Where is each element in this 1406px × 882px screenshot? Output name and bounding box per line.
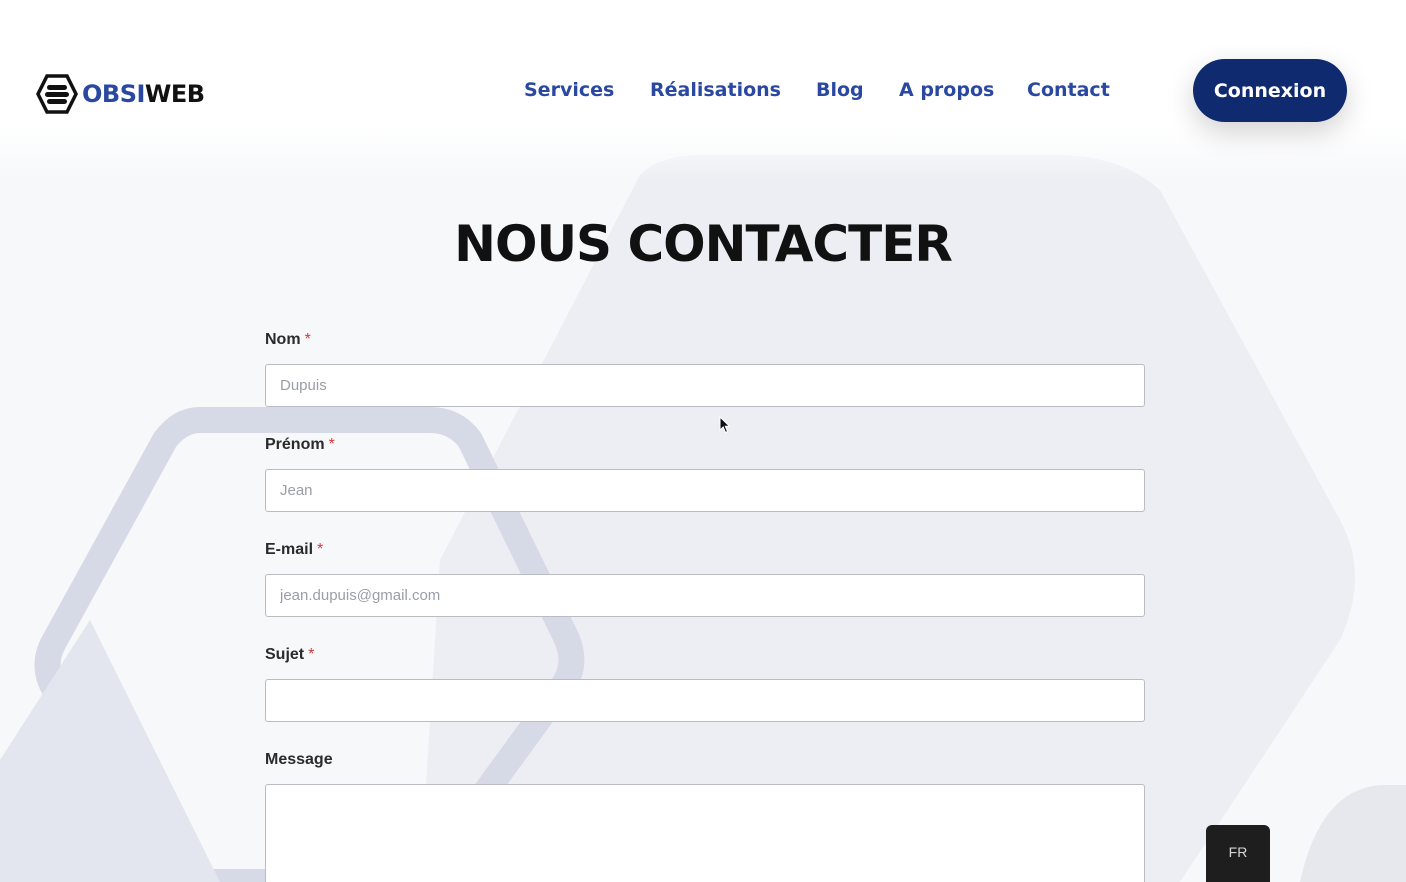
- logo-text-web: WEB: [144, 80, 205, 108]
- email-label: E-mail *: [265, 540, 1145, 560]
- message-label: Message: [265, 750, 1145, 770]
- prenom-input[interactable]: [265, 469, 1145, 512]
- nav-services[interactable]: Services: [524, 76, 614, 104]
- nom-label-text: Nom: [265, 331, 301, 348]
- field-prenom: Prénom *: [265, 435, 1145, 512]
- field-email: E-mail *: [265, 540, 1145, 617]
- sujet-input[interactable]: [265, 679, 1145, 722]
- email-label-text: E-mail: [265, 541, 314, 558]
- email-input[interactable]: [265, 574, 1145, 617]
- nav-blog[interactable]: Blog: [816, 76, 864, 104]
- sujet-label: Sujet *: [265, 645, 1145, 665]
- nom-input[interactable]: [265, 364, 1145, 407]
- mouse-cursor-icon: [719, 416, 731, 434]
- nav-realisations[interactable]: Réalisations: [650, 76, 781, 104]
- prenom-label-text: Prénom: [265, 436, 325, 453]
- prenom-label: Prénom *: [265, 435, 1145, 455]
- site-logo[interactable]: OBSIWEB: [36, 74, 205, 114]
- required-marker: *: [308, 646, 315, 663]
- login-button[interactable]: Connexion: [1193, 59, 1347, 122]
- nav-contact[interactable]: Contact: [1027, 76, 1110, 104]
- field-message: Message: [265, 750, 1145, 882]
- sujet-label-text: Sujet: [265, 646, 305, 663]
- required-marker: *: [317, 541, 324, 558]
- message-label-text: Message: [265, 751, 333, 768]
- contact-page: OBSIWEB Services Réalisations Blog A pro…: [0, 0, 1406, 882]
- hexagon-logo-icon: [36, 74, 78, 114]
- site-header: OBSIWEB Services Réalisations Blog A pro…: [0, 0, 1406, 180]
- field-sujet: Sujet *: [265, 645, 1145, 722]
- logo-text-obsi: OBSI: [82, 80, 145, 108]
- page-title: NOUS CONTACTER: [454, 215, 953, 273]
- nav-a-propos[interactable]: A propos: [899, 76, 994, 104]
- logo-wordmark: OBSIWEB: [82, 74, 205, 114]
- message-textarea[interactable]: [265, 784, 1145, 882]
- language-switcher[interactable]: FR: [1206, 825, 1270, 882]
- required-marker: *: [328, 436, 335, 453]
- field-nom: Nom *: [265, 330, 1145, 407]
- nom-label: Nom *: [265, 330, 1145, 350]
- required-marker: *: [304, 331, 311, 348]
